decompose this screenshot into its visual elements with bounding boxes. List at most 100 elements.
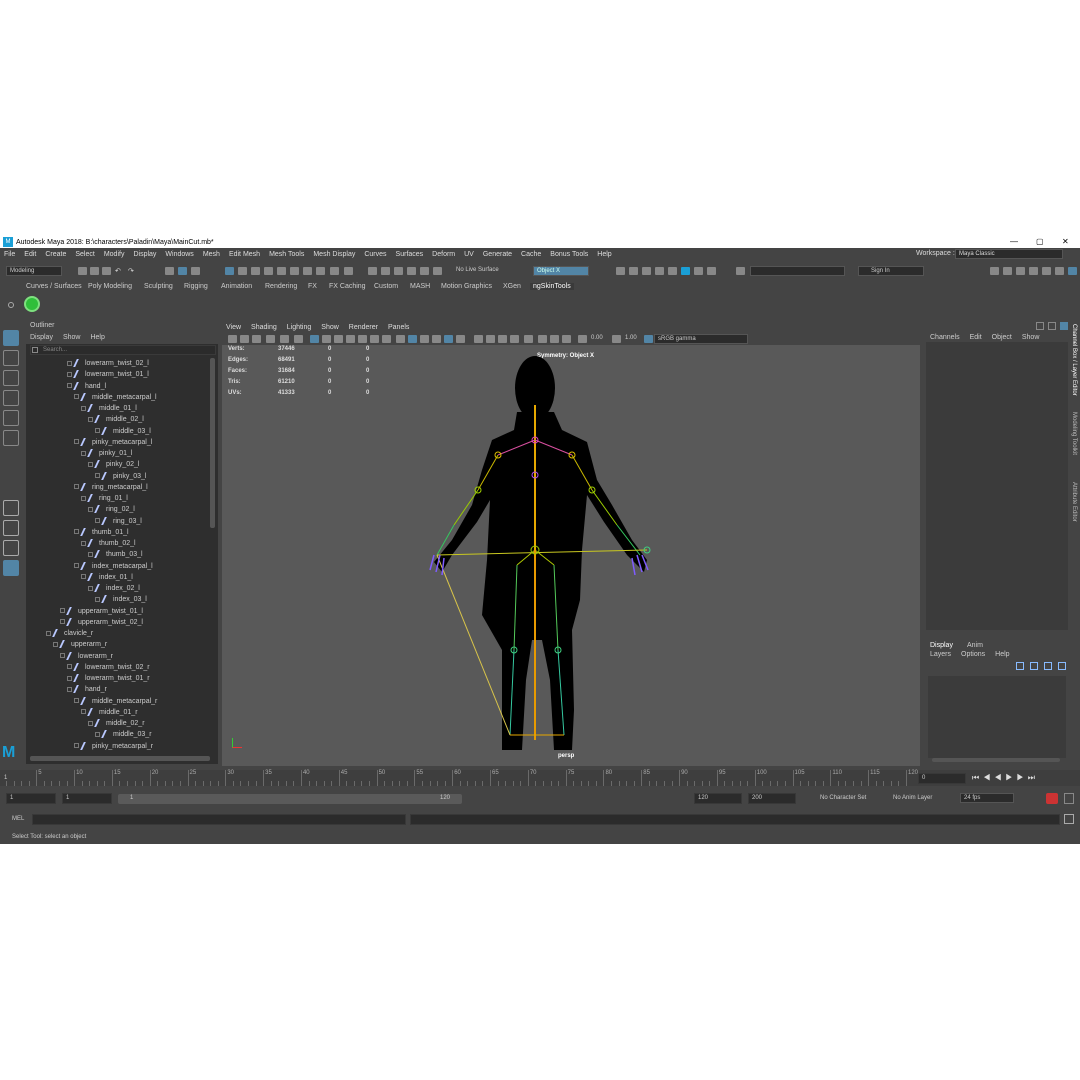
expand-toggle-icon[interactable]	[67, 383, 72, 389]
xray-joints-icon[interactable]	[550, 335, 559, 343]
outliner-joint-item[interactable]: middle_03_r	[95, 729, 152, 740]
outliner-scrollbar[interactable]	[210, 358, 215, 528]
snap-view-icon[interactable]	[264, 267, 273, 275]
expand-toggle-icon[interactable]	[95, 428, 100, 434]
expand-toggle-icon[interactable]	[67, 686, 72, 692]
lasso-tool-icon[interactable]	[3, 350, 19, 366]
exposure-icon[interactable]	[578, 335, 587, 343]
layer-tab-anim[interactable]: Anim	[967, 642, 983, 649]
minimize-button[interactable]: —	[1010, 237, 1018, 246]
default-material-icon[interactable]	[420, 335, 429, 343]
expand-toggle-icon[interactable]	[81, 540, 86, 546]
outliner-joint-item[interactable]: ring_metacarpal_l	[74, 482, 148, 493]
outliner-joint-item[interactable]: lowerarm_twist_02_r	[67, 662, 150, 673]
expand-toggle-icon[interactable]	[74, 563, 79, 569]
snap-together-icon[interactable]	[303, 267, 312, 275]
close-button[interactable]: ✕	[1062, 237, 1069, 246]
history-icon[interactable]	[344, 267, 353, 275]
safe-title-icon[interactable]	[382, 335, 391, 343]
panel-layout-icon[interactable]	[1068, 267, 1077, 275]
menu-file[interactable]: File	[4, 251, 15, 258]
textured-icon[interactable]	[444, 335, 453, 343]
shelf-tab-custom[interactable]: Custom	[374, 283, 398, 290]
viewport-menu-renderer[interactable]: Renderer	[349, 324, 378, 331]
animation-start-field[interactable]: 1	[6, 793, 56, 804]
save-scene-icon[interactable]	[102, 267, 111, 275]
menu-help[interactable]: Help	[597, 251, 611, 258]
shadows-icon[interactable]	[474, 335, 483, 343]
wireframe-icon[interactable]	[396, 335, 405, 343]
persp-outliner-layout-icon[interactable]	[3, 540, 19, 556]
shelf-options-icon[interactable]	[8, 302, 14, 308]
expand-toggle-icon[interactable]	[81, 709, 86, 715]
anti-aliasing-icon[interactable]	[510, 335, 519, 343]
expand-toggle-icon[interactable]	[81, 450, 86, 456]
outliner-joint-item[interactable]: middle_02_r	[88, 718, 145, 729]
shelf-tab-curves-surfaces[interactable]: Curves / Surfaces	[26, 283, 82, 290]
snap-surface-icon[interactable]	[277, 267, 286, 275]
tool-settings-icon[interactable]	[1016, 267, 1025, 275]
channel-box-icon[interactable]	[1029, 267, 1038, 275]
range-slider-bar[interactable]: 1 120	[118, 794, 462, 804]
menu-generate[interactable]: Generate	[483, 251, 512, 258]
field-chart-icon[interactable]	[358, 335, 367, 343]
pause-render-icon[interactable]	[694, 267, 703, 275]
layer-tab-display[interactable]: Display	[930, 642, 953, 649]
panel-toggle-icon[interactable]	[736, 267, 745, 275]
character-set-dropdown[interactable]: No Character Set	[820, 795, 866, 801]
shelf-tab-poly-modeling[interactable]: Poly Modeling	[88, 283, 132, 290]
modeling-toolkit-icon[interactable]	[990, 267, 999, 275]
shelf-tab-fx-caching[interactable]: FX Caching	[329, 283, 366, 290]
snap-grid-icon[interactable]	[225, 267, 234, 275]
command-input[interactable]	[32, 814, 406, 825]
select-tool-icon[interactable]	[3, 330, 19, 346]
gamma-field[interactable]: 1.00	[622, 334, 640, 345]
single-perspective-layout-icon[interactable]	[3, 500, 19, 516]
menu-uv[interactable]: UV	[464, 251, 474, 258]
channel-box-key-icon[interactable]	[1048, 322, 1056, 330]
outliner-joint-item[interactable]: lowerarm_r	[60, 651, 113, 662]
expand-toggle-icon[interactable]	[74, 394, 79, 400]
menu-edit[interactable]: Edit	[24, 251, 36, 258]
anim-layer-dropdown[interactable]: No Anim Layer	[893, 795, 932, 801]
redo-icon[interactable]: ↷	[128, 267, 137, 275]
outliner-joint-item[interactable]: pinky_metacarpal_r	[74, 741, 153, 752]
shelf-tab-rendering[interactable]: Rendering	[265, 283, 297, 290]
resolution-gate-icon[interactable]	[334, 335, 343, 343]
shelf-tab-xgen[interactable]: XGen	[503, 283, 521, 290]
layer-menu-layers[interactable]: Layers	[930, 651, 951, 658]
playback-controls[interactable]: ⏮◀◀▶▶⏭	[972, 773, 1039, 783]
menu-create[interactable]: Create	[45, 251, 66, 258]
expand-toggle-icon[interactable]	[60, 608, 65, 614]
outliner-joint-item[interactable]: thumb_03_l	[88, 549, 143, 560]
camera-select-icon[interactable]	[228, 335, 237, 343]
outliner-joint-item[interactable]: index_02_l	[88, 583, 140, 594]
select-by-component-icon[interactable]	[191, 267, 200, 275]
expand-toggle-icon[interactable]	[88, 585, 93, 591]
menu-surfaces[interactable]: Surfaces	[396, 251, 424, 258]
viewport-menu-view[interactable]: View	[226, 324, 241, 331]
motion-blur-icon[interactable]	[498, 335, 507, 343]
character-model[interactable]	[422, 350, 672, 760]
menu-mesh-display[interactable]: Mesh Display	[313, 251, 355, 258]
outliner-joint-item[interactable]: middle_metacarpal_r	[74, 696, 157, 707]
shelf-tab-animation[interactable]: Animation	[221, 283, 252, 290]
render-setup-icon[interactable]	[433, 267, 442, 275]
outliner-menu-display[interactable]: Display	[30, 332, 53, 344]
side-tab-channel-box[interactable]: Channel Box / Layer Editor	[1071, 324, 1077, 396]
select-by-object-icon[interactable]	[178, 267, 187, 275]
outliner-joint-item[interactable]: middle_01_l	[81, 403, 137, 414]
expand-toggle-icon[interactable]	[81, 574, 86, 580]
image-plane-icon[interactable]	[266, 335, 275, 343]
time-ruler[interactable]: 5 10 15 20 25 30 35 40 45 50 55 60 65 70 75 80 85 90 95 100…	[6, 770, 918, 786]
safe-action-icon[interactable]	[370, 335, 379, 343]
expand-toggle-icon[interactable]	[95, 473, 100, 479]
hypershade-icon[interactable]	[407, 267, 416, 275]
animation-end-field[interactable]: 200	[748, 793, 796, 804]
expand-toggle-icon[interactable]	[95, 731, 100, 737]
2d-pan-zoom-icon[interactable]	[294, 335, 303, 343]
outliner-joint-item[interactable]: hand_r	[67, 684, 107, 695]
auto-key-icon[interactable]	[1046, 793, 1058, 804]
outliner-joint-item[interactable]: pinky_01_l	[81, 448, 132, 459]
menu-deform[interactable]: Deform	[432, 251, 455, 258]
